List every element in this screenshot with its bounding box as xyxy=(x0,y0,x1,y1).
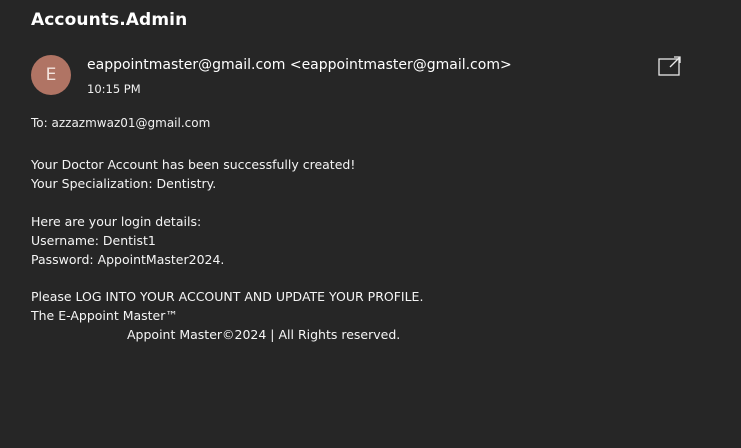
body-line-login-details: Here are your login details: xyxy=(31,214,202,229)
body-line-username: Username: Dentist1 xyxy=(31,233,156,248)
body-line-instruction: Please LOG INTO YOUR ACCOUNT AND UPDATE … xyxy=(31,289,424,304)
body-line-password: Password: AppointMaster2024. xyxy=(31,252,225,267)
open-in-new-window-icon[interactable] xyxy=(657,55,683,79)
body-footer-copyright: Appoint Master©2024 | All Rights reserve… xyxy=(127,327,401,342)
avatar-initial: E xyxy=(45,65,57,85)
email-reading-pane: Accounts.Admin E eappointmaster@gmail.co… xyxy=(0,0,741,448)
body-line-signature: The E-Appoint Master™ xyxy=(31,308,178,323)
recipient-line: To: azzazmwaz01@gmail.com xyxy=(31,116,211,130)
email-timestamp: 10:15 PM xyxy=(87,82,141,96)
sender-avatar[interactable]: E xyxy=(31,55,71,95)
body-line-specialization: Your Specialization: Dentistry. xyxy=(31,176,217,191)
body-line-account-created: Your Doctor Account has been successfull… xyxy=(31,157,356,172)
sender-address[interactable]: eappointmaster@gmail.com <eappointmaster… xyxy=(87,57,512,73)
email-subject: Accounts.Admin xyxy=(31,10,188,30)
